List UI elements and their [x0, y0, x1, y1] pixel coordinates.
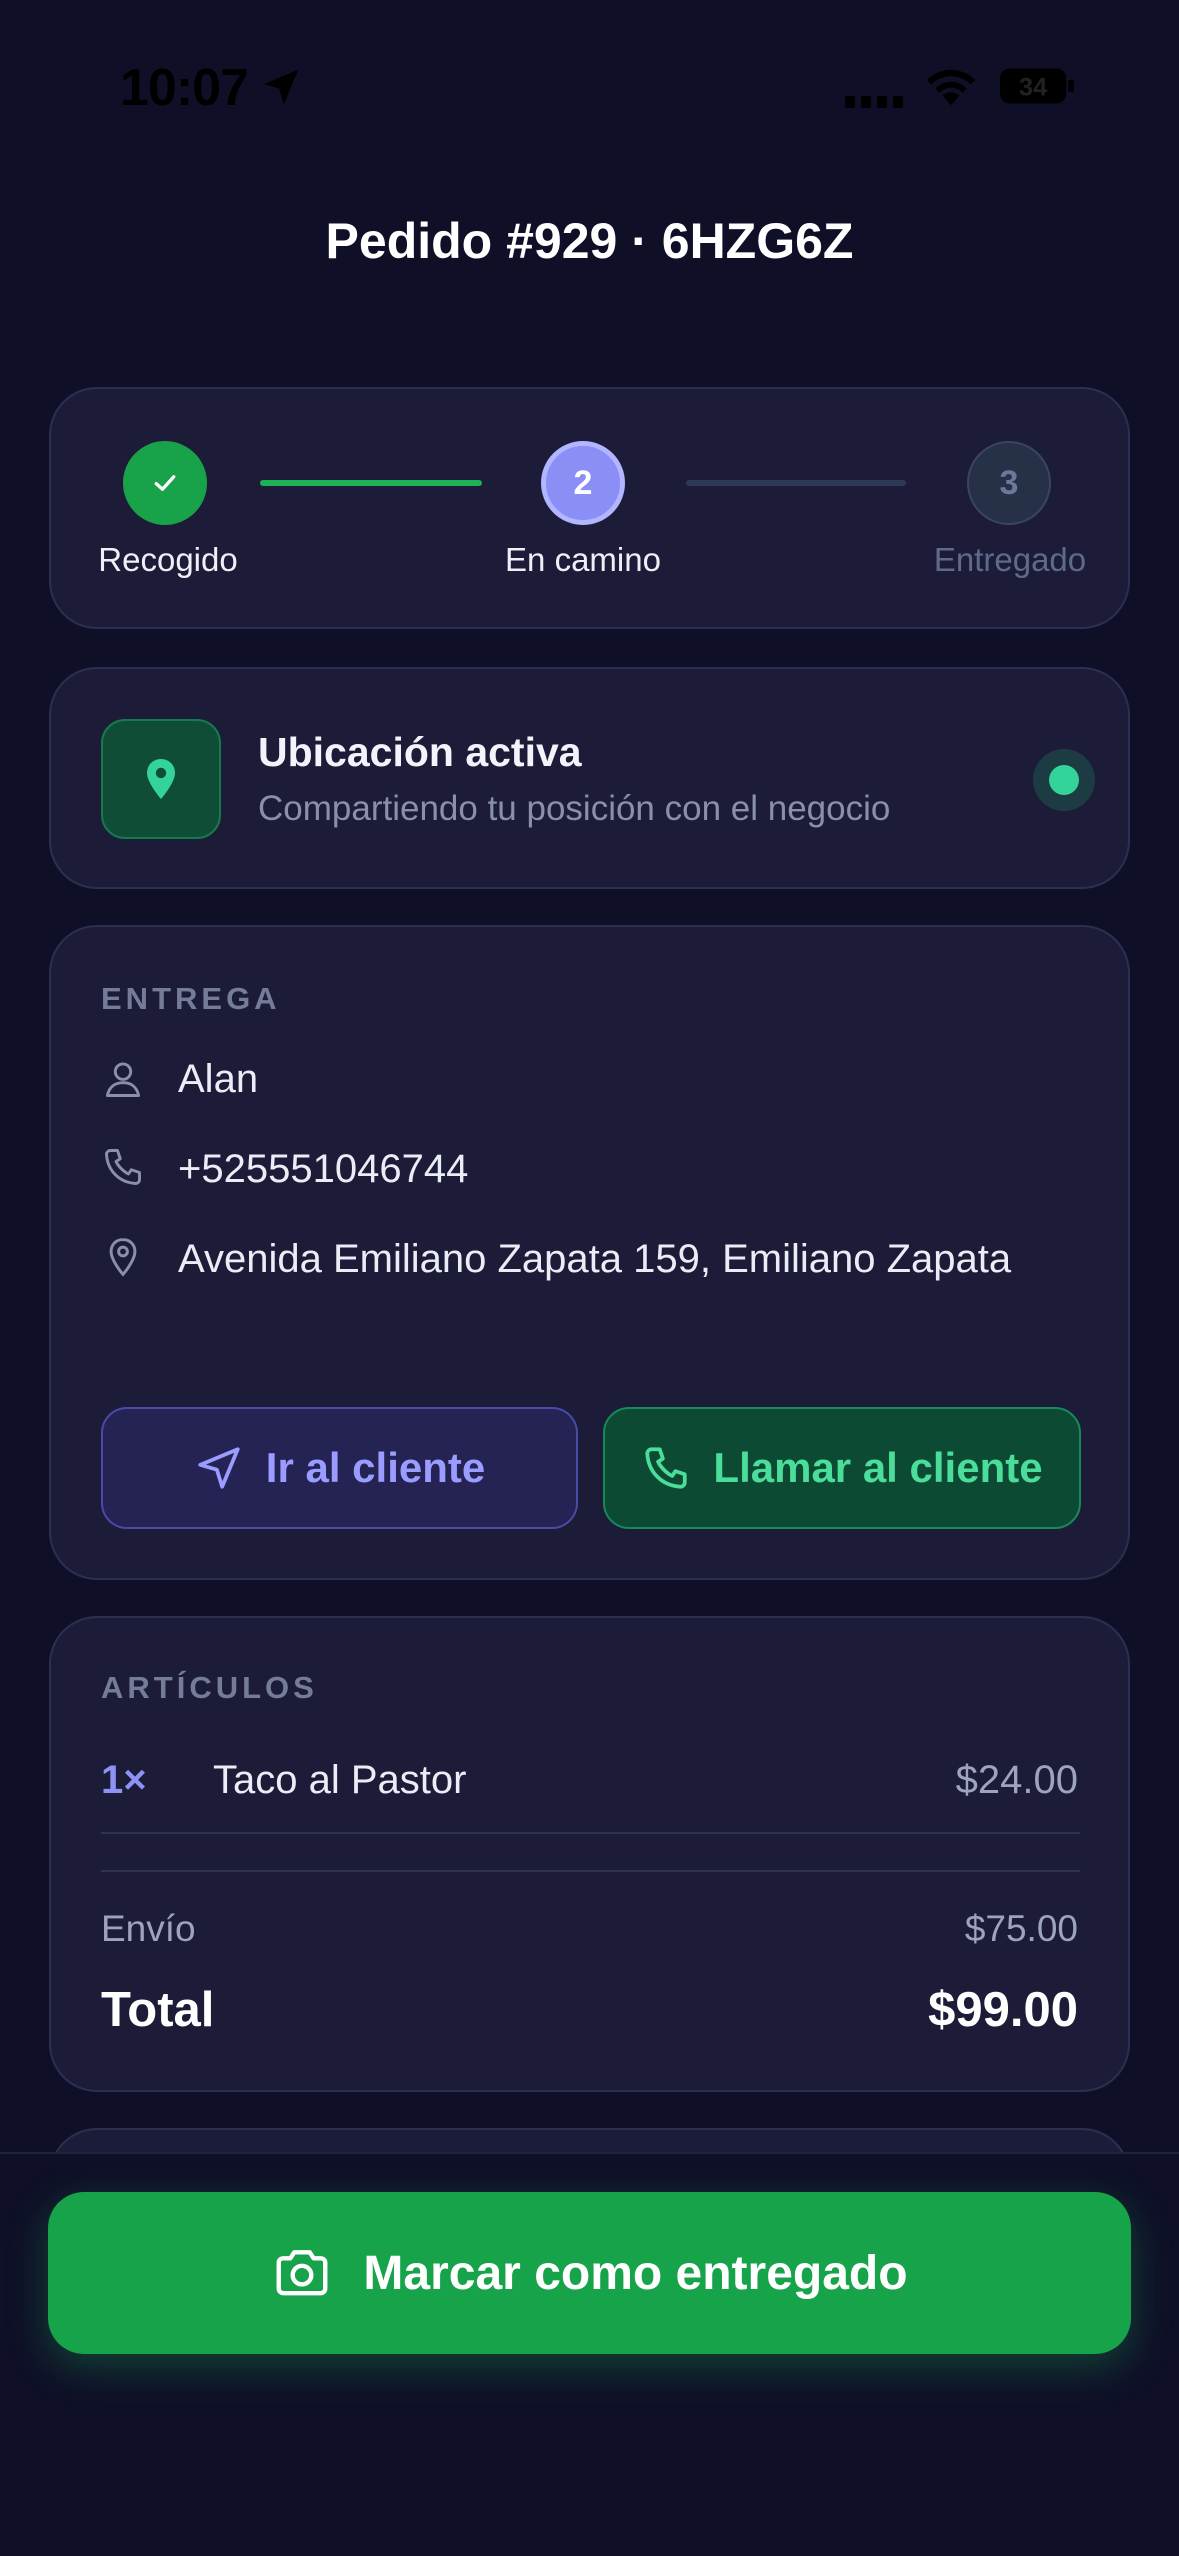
items-section-heading: ARTÍCULOS: [101, 1670, 318, 1705]
customer-address: Avenida Emiliano Zapata 159, Emiliano Za…: [178, 1237, 1012, 1281]
step-delivered-label: Entregado: [933, 541, 1087, 578]
totals-divider: [101, 1870, 1080, 1872]
total-label: Total: [101, 1983, 215, 2037]
mark-delivered-button[interactable]: Marcar como entregado: [48, 2192, 1131, 2354]
progress-stepper: 2 3 Recogido En camino Entregado: [49, 387, 1130, 629]
page-title: Pedido #929 · 6HZG6Z: [325, 213, 854, 269]
step-picked-up-label: Recogido: [98, 541, 238, 578]
stepper-line-pending: [686, 480, 906, 486]
call-customer-button[interactable]: Llamar al cliente: [603, 1407, 1081, 1529]
item-name: Taco al Pastor: [213, 1758, 467, 1802]
map-pin-outline-icon: [109, 1238, 137, 1277]
location-pin-badge: [101, 719, 221, 839]
status-bar: 10:07 34: [0, 0, 1179, 150]
shipping-value: $75.00: [964, 1908, 1078, 1949]
call-customer-label: Llamar al cliente: [713, 1444, 1043, 1491]
location-status-subtitle: Compartiendo tu posición con el negocio: [258, 789, 891, 828]
phone-icon: [105, 1149, 141, 1185]
step-on-the-way-indicator: 2: [541, 441, 625, 525]
step-picked-up-indicator: [123, 441, 207, 525]
shipping-label: Envío: [101, 1908, 196, 1949]
user-icon: [105, 1062, 141, 1097]
location-status-title: Ubicación activa: [258, 729, 582, 775]
bottom-action-bar: Marcar como entregado: [0, 2152, 1179, 2556]
battery-icon: 34: [999, 68, 1075, 104]
stepper-line-complete: [260, 480, 482, 486]
location-arrow-icon: [263, 69, 299, 105]
wifi-icon: [926, 69, 976, 106]
total-value: $99.00: [928, 1983, 1078, 2037]
phone-call-icon: [645, 1447, 688, 1489]
delivery-details-card: ENTREGA Alan +525551046744 Avenida Emili…: [49, 925, 1130, 1580]
navigation-arrow-icon: [198, 1447, 240, 1489]
delivery-section-heading: ENTREGA: [101, 981, 281, 1016]
go-to-customer-label: Ir al cliente: [265, 1444, 486, 1491]
customer-phone: +525551046744: [178, 1147, 469, 1191]
step-delivered-indicator: 3: [967, 441, 1051, 525]
camera-icon: [276, 2250, 328, 2296]
checkmark-icon: [154, 475, 176, 491]
item-row-divider: [101, 1832, 1080, 1834]
item-price: $24.00: [955, 1758, 1078, 1802]
battery-level: 34: [1019, 74, 1047, 102]
live-status-indicator: [1033, 749, 1095, 811]
status-time: 10:07: [120, 59, 249, 117]
mark-delivered-label: Marcar como entregado: [363, 2246, 908, 2300]
location-sharing-card: Ubicación activa Compartiendo tu posició…: [49, 667, 1130, 889]
item-quantity: 1×: [101, 1758, 147, 1802]
map-pin-icon: [147, 759, 175, 799]
order-items-card: ARTÍCULOS 1× Taco al Pastor $24.00 Envío…: [49, 1616, 1130, 2092]
cellular-signal-icon: [845, 96, 903, 108]
step-on-the-way-label: En camino: [505, 541, 661, 578]
go-to-customer-button[interactable]: Ir al cliente: [101, 1407, 578, 1529]
customer-name: Alan: [178, 1057, 259, 1101]
